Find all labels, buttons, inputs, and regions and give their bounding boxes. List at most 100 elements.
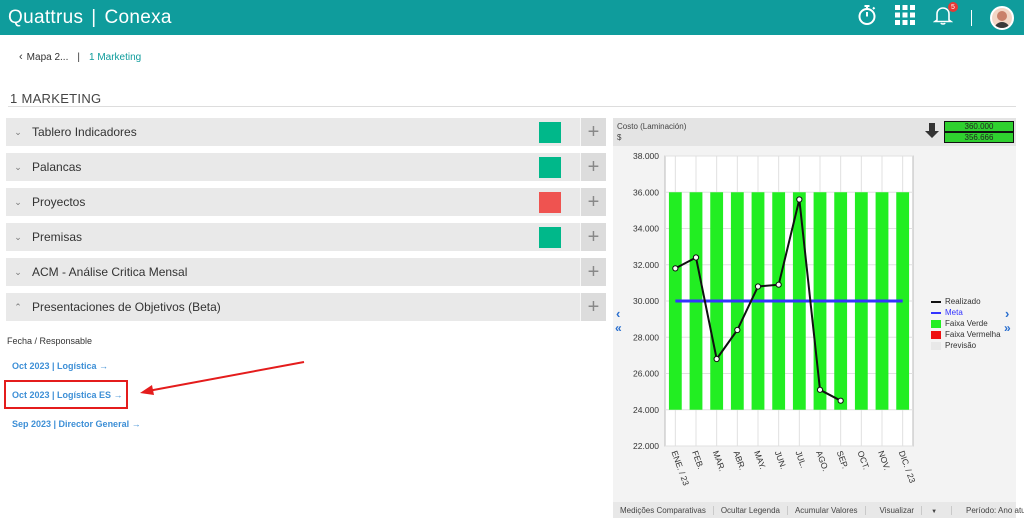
ocultar-legenda-button[interactable]: Ocultar Legenda bbox=[714, 505, 788, 515]
panel-title: Proyectos bbox=[32, 195, 86, 209]
legend-item[interactable]: Meta bbox=[931, 307, 1001, 318]
legend-label: Meta bbox=[945, 308, 963, 317]
add-button[interactable]: + bbox=[580, 118, 606, 146]
panel-tablero-indicadores[interactable]: ⌄ Tablero Indicadores + bbox=[6, 118, 606, 146]
chart-title: Costo (Laminación) bbox=[617, 122, 687, 131]
breadcrumb-separator: | bbox=[77, 51, 80, 63]
fecha-responsable-label: Fecha / Responsable bbox=[7, 336, 93, 346]
data-point bbox=[692, 254, 700, 261]
chart-legend: Realizado Meta Faixa Verde Faixa Vermelh… bbox=[931, 296, 1001, 351]
legend-label: Realizado bbox=[945, 297, 981, 306]
brand-logo[interactable]: Quattrus | Conexa bbox=[8, 7, 172, 29]
panel-proyectos[interactable]: ⌄ Proyectos + bbox=[6, 188, 606, 216]
chevron-down-icon[interactable]: ⌄ bbox=[6, 232, 30, 243]
value-target: 360.000 bbox=[944, 121, 1014, 132]
x-tick-label: AGO. bbox=[814, 449, 831, 472]
legend-label: Faixa Vermelha bbox=[945, 330, 1001, 339]
data-point bbox=[713, 355, 720, 363]
arrow-down-icon bbox=[925, 123, 939, 144]
stopwatch-icon[interactable] bbox=[857, 4, 877, 31]
x-tick-label: DIC. / 23 bbox=[897, 449, 918, 484]
y-tick-label: 38.000 bbox=[633, 151, 659, 161]
add-button[interactable]: + bbox=[580, 153, 606, 181]
chevron-right-icon[interactable]: › bbox=[1005, 306, 1009, 321]
double-chevron-right-icon[interactable]: » bbox=[1004, 321, 1011, 335]
status-indicator bbox=[539, 192, 561, 213]
data-point bbox=[734, 326, 741, 334]
brand-name-right: Conexa bbox=[104, 6, 172, 28]
apps-grid-icon[interactable] bbox=[895, 5, 915, 30]
brand-separator: | bbox=[91, 6, 97, 28]
x-tick-label: FEB. bbox=[690, 449, 706, 470]
y-tick-label: 36.000 bbox=[633, 187, 659, 197]
panel-title: Premisas bbox=[32, 230, 83, 244]
visualizar-dropdown[interactable]: Visualizar ▼ bbox=[866, 505, 953, 515]
legend-swatch bbox=[931, 330, 941, 339]
chevron-down-icon[interactable]: ⌄ bbox=[6, 162, 30, 173]
avatar[interactable] bbox=[990, 5, 1014, 30]
chevron-down-icon[interactable]: ⌄ bbox=[6, 127, 30, 138]
panel-title: ACM - Análise Critica Mensal bbox=[32, 265, 188, 279]
periodo-dropdown[interactable]: Período: Ano atual▼ bbox=[952, 505, 1024, 515]
x-tick-label: MAR. bbox=[711, 449, 728, 472]
medicoes-comparativas-button[interactable]: Medições Comparativas bbox=[613, 505, 714, 515]
chart-panel: Costo (Laminación) $ 360.000 356.666 22.… bbox=[613, 118, 1024, 518]
acumular-valores-button[interactable]: Acumular Valores bbox=[788, 505, 866, 515]
panel-title: Tablero Indicadores bbox=[32, 125, 137, 139]
breadcrumb-current[interactable]: 1 Marketing bbox=[89, 52, 141, 63]
chart-unit: $ bbox=[617, 133, 622, 142]
breadcrumb: ‹ Mapa 2... | 1 Marketing bbox=[19, 51, 141, 63]
x-tick-label: SEP. bbox=[835, 449, 851, 470]
x-tick-label: MAY. bbox=[752, 449, 768, 470]
panel-acm[interactable]: ⌄ ACM - Análise Critica Mensal + bbox=[6, 258, 606, 286]
visualizar-label: Visualizar bbox=[872, 505, 923, 515]
add-button[interactable]: + bbox=[580, 258, 606, 286]
presentation-link[interactable]: Oct 2023 | Logística → bbox=[12, 361, 108, 371]
y-tick-label: 26.000 bbox=[633, 369, 659, 379]
presentation-link[interactable]: Sep 2023 | Director General → bbox=[12, 419, 141, 429]
legend-item[interactable]: Faixa Vermelha bbox=[931, 329, 1001, 340]
legend-item[interactable]: Faixa Verde bbox=[931, 318, 1001, 329]
panel-presentaciones[interactable]: ⌃ Presentaciones de Objetivos (Beta) + bbox=[6, 293, 606, 321]
x-tick-label: ABR. bbox=[731, 449, 747, 471]
data-point bbox=[796, 196, 803, 203]
chevron-down-icon[interactable]: ⌄ bbox=[6, 267, 30, 278]
notification-badge: 5 bbox=[948, 2, 958, 12]
chart-footer: Medições Comparativas Ocultar Legenda Ac… bbox=[613, 502, 1024, 518]
chevron-left-icon[interactable]: ‹ bbox=[616, 306, 620, 321]
legend-swatch bbox=[931, 311, 941, 314]
panel-title: Presentaciones de Objetivos (Beta) bbox=[32, 300, 221, 314]
add-button[interactable]: + bbox=[580, 188, 606, 216]
breadcrumb-back-label: Mapa 2... bbox=[26, 52, 69, 63]
notification-bell[interactable]: 5 bbox=[932, 2, 958, 30]
add-button[interactable]: + bbox=[580, 223, 606, 251]
x-tick-label: OCT. bbox=[855, 449, 871, 471]
caret-down-icon: ▼ bbox=[931, 508, 938, 515]
y-tick-label: 28.000 bbox=[633, 332, 659, 342]
data-point bbox=[672, 265, 679, 272]
double-chevron-left-icon[interactable]: « bbox=[615, 321, 622, 335]
status-indicator bbox=[539, 227, 561, 248]
title-divider bbox=[8, 106, 1016, 107]
y-tick-label: 34.000 bbox=[633, 224, 659, 234]
x-tick-label: JUL. bbox=[793, 449, 808, 469]
panel-premisas[interactable]: ⌄ Premisas + bbox=[6, 223, 606, 251]
chart-header: Costo (Laminación) $ 360.000 356.666 bbox=[613, 118, 1016, 146]
add-button[interactable]: + bbox=[580, 293, 606, 321]
panel-list: ⌄ Tablero Indicadores + ⌄ Palancas + ⌄ P… bbox=[6, 118, 606, 328]
page-title: 1 MARKETING bbox=[10, 91, 102, 106]
legend-item[interactable]: Previsão bbox=[931, 340, 1001, 351]
chevron-down-icon[interactable]: ⌄ bbox=[6, 197, 30, 208]
legend-item[interactable]: Realizado bbox=[931, 296, 1001, 307]
divider bbox=[971, 9, 972, 26]
panel-palancas[interactable]: ⌄ Palancas + bbox=[6, 153, 606, 181]
x-tick-label: JUN. bbox=[773, 449, 789, 470]
y-tick-label: 24.000 bbox=[633, 405, 659, 415]
status-indicator bbox=[539, 157, 561, 178]
annotation-arrow bbox=[140, 361, 305, 395]
top-icons: 5 bbox=[839, 0, 1014, 35]
legend-swatch bbox=[931, 300, 941, 303]
breadcrumb-back[interactable]: ‹ Mapa 2... bbox=[19, 51, 68, 63]
top-bar: Quattrus | Conexa 5 bbox=[0, 0, 1024, 35]
chevron-up-icon[interactable]: ⌃ bbox=[6, 302, 30, 313]
